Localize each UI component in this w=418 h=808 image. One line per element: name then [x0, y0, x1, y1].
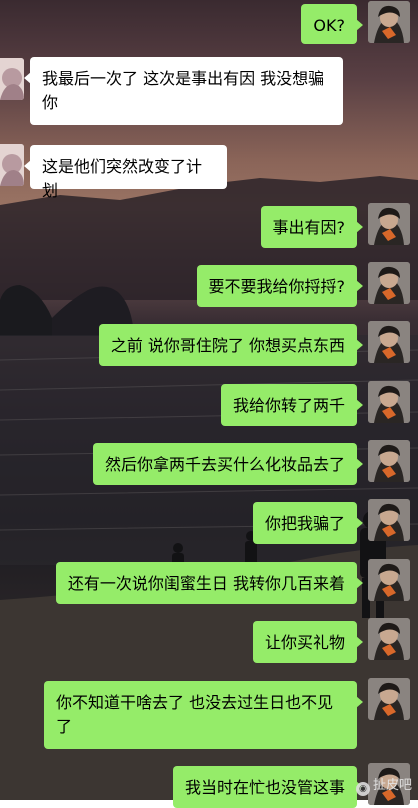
my-message-bubble[interactable]: 让你买礼物 — [252, 621, 364, 663]
my-avatar[interactable] — [368, 440, 410, 482]
weibo-logo-icon: ◉ — [355, 782, 370, 796]
my-avatar[interactable] — [368, 1, 410, 43]
message-row: 你把我骗了 — [0, 498, 418, 548]
message-row: 事出有因? — [0, 202, 418, 252]
my-avatar[interactable] — [368, 618, 410, 660]
my-message-bubble[interactable]: 还有一次说你闺蜜生日 我转你几百来着 — [55, 562, 364, 604]
my-avatar[interactable] — [368, 381, 410, 423]
message-row: 让你买礼物 — [0, 617, 418, 667]
contact-message-bubble[interactable]: 我最后一次了 这次是事出有因 我没想骗你 — [24, 57, 343, 125]
message-row: 我给你转了两千 — [0, 380, 418, 430]
my-avatar[interactable] — [368, 559, 410, 601]
my-avatar[interactable] — [368, 321, 410, 363]
message-row: 还有一次说你闺蜜生日 我转你几百来着 — [0, 558, 418, 608]
my-message-bubble[interactable]: 你不知道干啥去了 也没去过生日也不见了 — [44, 681, 363, 749]
contact-avatar[interactable] — [0, 144, 24, 186]
message-row: 然后你拿两千去买什么化妆品去了 — [0, 439, 418, 489]
my-message-bubble[interactable]: 要不要我给你捋捋? — [196, 265, 363, 307]
my-message-bubble[interactable]: 我当时在忙也没管这事 — [172, 766, 364, 808]
my-avatar[interactable] — [368, 678, 410, 720]
watermark-text: 扯皮吧 — [372, 778, 412, 793]
my-message-bubble[interactable]: 然后你拿两千去买什么化妆品去了 — [92, 443, 364, 485]
message-row: 你不知道干啥去了 也没去过生日也不见了 — [0, 677, 418, 757]
my-avatar[interactable] — [368, 499, 410, 541]
my-message-bubble[interactable]: OK? — [301, 4, 363, 44]
my-avatar[interactable] — [368, 262, 410, 304]
message-row: 要不要我给你捋捋? — [0, 261, 418, 311]
my-avatar[interactable] — [368, 203, 410, 245]
my-message-bubble[interactable]: 你把我骗了 — [252, 502, 364, 544]
my-message-bubble[interactable]: 之前 说你哥住院了 你想买点东西 — [98, 324, 364, 366]
message-row: 我最后一次了 这次是事出有因 我没想骗你 — [0, 52, 418, 132]
message-row: 之前 说你哥住院了 你想买点东西 — [0, 320, 418, 370]
my-message-bubble[interactable]: 我给你转了两千 — [220, 384, 364, 426]
my-message-bubble[interactable]: 事出有因? — [260, 206, 363, 248]
message-row: 这是他们突然改变了计划 — [0, 140, 418, 200]
contact-message-bubble[interactable]: 这是他们突然改变了计划 — [24, 145, 227, 200]
message-row: OK? — [0, 0, 418, 46]
weibo-watermark: ◉ 扯皮吧 — [355, 774, 412, 796]
contact-avatar[interactable] — [0, 58, 24, 100]
